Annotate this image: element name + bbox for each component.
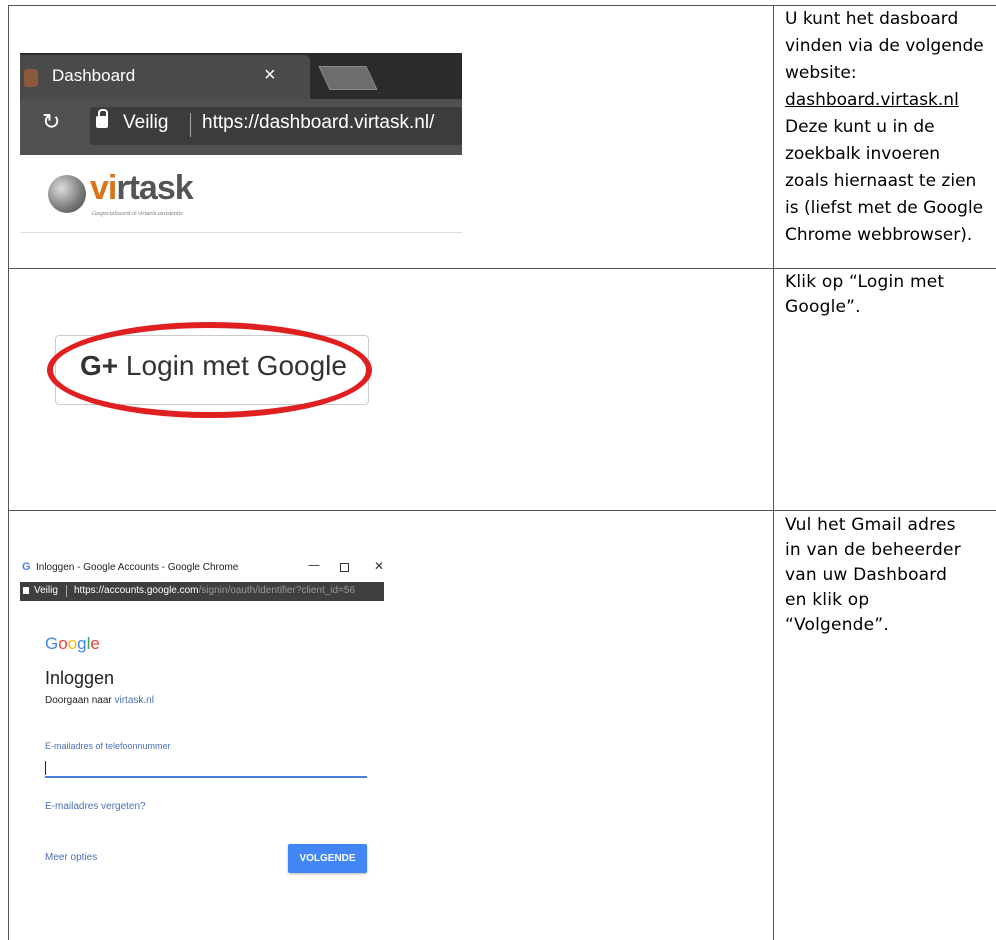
email-field[interactable] <box>45 760 367 778</box>
address-separator <box>66 585 67 597</box>
dashboard-link[interactable]: dashboard.virtask.nl <box>785 87 996 114</box>
more-options-link[interactable]: Meer opties <box>45 852 97 863</box>
google-url[interactable]: https://accounts.google.com/signin/oauth… <box>74 585 382 596</box>
logo-part-1: vi <box>90 169 117 207</box>
description-line: zoekbalk invoeren <box>785 144 941 164</box>
address-bar: ↻ Veilig https://dashboard.virtask.nl/ <box>20 99 462 155</box>
continue-text: Doorgaan naar virtask.nl <box>45 695 154 706</box>
new-tab-button[interactable] <box>318 66 378 90</box>
description-line: “Volgende”. <box>785 615 889 635</box>
description-line: is (liefst met de Google <box>785 198 984 218</box>
description-line: Vul het Gmail adres <box>785 515 956 535</box>
url-text[interactable]: https://dashboard.virtask.nl/ <box>202 112 434 134</box>
continue-link[interactable]: virtask.nl <box>115 695 154 706</box>
description-line: Deze kunt u in de <box>785 117 935 137</box>
logo-letter: o <box>58 634 68 653</box>
description-line: vinden via de volgende <box>785 36 984 56</box>
logo-letter: g <box>77 634 87 653</box>
dashboard-link-text[interactable]: dashboard.virtask.nl <box>785 90 959 110</box>
description-line: Klik op “Login met <box>785 272 945 292</box>
minimize-icon[interactable]: — <box>308 558 320 572</box>
text-caret <box>45 761 46 775</box>
table-column-divider <box>773 5 774 940</box>
virtask-logo: virtask <box>90 169 194 208</box>
description-line: zoals hiernaast te zien <box>785 171 977 191</box>
description-line: Chrome webbrowser). <box>785 225 973 245</box>
logo-part-2: rtask <box>116 169 193 207</box>
lock-icon <box>23 587 29 594</box>
google-logo: Google <box>45 634 100 654</box>
signin-heading: Inloggen <box>45 668 115 688</box>
table-row-divider-2 <box>8 510 996 511</box>
row-1-description: U kunt het dasboard vinden via de volgen… <box>785 6 996 249</box>
browser-tab[interactable]: Dashboard × <box>20 55 310 99</box>
address-separator <box>190 113 191 137</box>
description-line: van uw Dashboard <box>785 565 948 585</box>
google-favicon-icon: G <box>22 561 31 573</box>
globe-logo-icon <box>48 175 86 213</box>
highlight-ellipse <box>47 322 372 418</box>
secure-label: Veilig <box>123 112 169 133</box>
tab-title: Dashboard <box>52 66 136 85</box>
maximize-icon[interactable] <box>340 563 349 572</box>
secure-label: Veilig <box>34 585 58 596</box>
close-window-icon[interactable]: ✕ <box>374 559 384 573</box>
next-button[interactable]: VOLGENDE <box>288 844 367 873</box>
row-3-description: Vul het Gmail adres in van de beheerder … <box>785 513 996 638</box>
lock-icon <box>96 109 108 128</box>
description-line: website: <box>785 63 857 83</box>
url-main: https://accounts.google.com <box>74 585 199 596</box>
forgot-email-link[interactable]: E-mailadres vergeten? <box>45 801 146 812</box>
tab-bar: Dashboard × <box>20 53 462 99</box>
close-icon[interactable]: × <box>264 64 276 87</box>
logo-tagline: Gespecialiseerd in virtuele assistentie <box>92 211 183 217</box>
site-header: virtask Gespecialiseerd in virtuele assi… <box>20 155 462 233</box>
continue-label: Doorgaan naar <box>45 695 112 706</box>
browser-window: Dashboard × ↻ Veilig https://dashboard.v… <box>20 53 462 155</box>
logo-letter: G <box>45 634 59 653</box>
logo-letter: e <box>90 634 100 653</box>
description-line: in van de beheerder <box>785 540 961 560</box>
reload-icon[interactable]: ↻ <box>42 110 60 135</box>
favicon-icon <box>24 69 38 87</box>
table-border-left <box>8 5 9 940</box>
url-rest: /signin/oauth/identifier?client_id=56 <box>198 585 356 596</box>
email-field-label: E-mailadres of telefoonnummer <box>45 741 171 751</box>
table-row-divider-1 <box>8 268 996 269</box>
description-line: Google”. <box>785 297 861 317</box>
logo-letter: o <box>67 634 78 653</box>
description-line: U kunt het dasboard <box>785 9 959 29</box>
description-line: en klik op <box>785 590 870 610</box>
window-title: Inloggen - Google Accounts - Google Chro… <box>36 562 239 573</box>
row-2-description: Klik op “Login met Google”. <box>785 270 996 320</box>
